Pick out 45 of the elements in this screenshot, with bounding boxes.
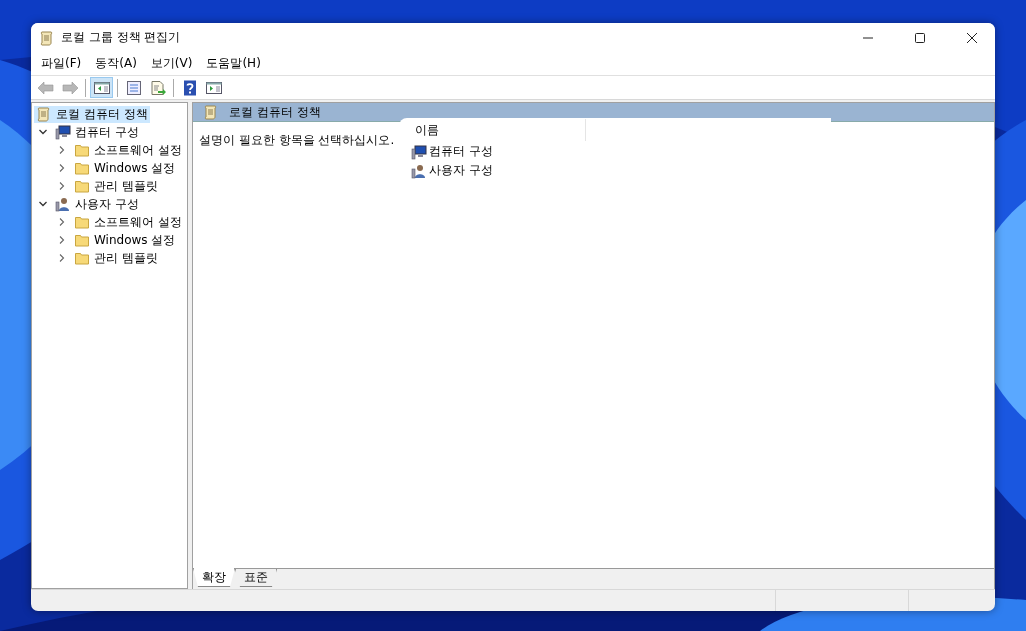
scroll-icon [203, 104, 219, 120]
user-icon [55, 196, 71, 212]
view-tab[interactable]: 확장 [193, 568, 235, 587]
folder-icon [74, 178, 90, 194]
user-icon [411, 162, 427, 179]
folder-icon [74, 250, 90, 266]
tree-item[interactable]: 소프트웨어 설정 [72, 141, 184, 159]
collapse-chevron-icon[interactable] [38, 199, 48, 209]
window-title: 로컬 그룹 정책 편집기 [61, 29, 181, 46]
folder-icon [74, 214, 90, 230]
folder-icon [74, 232, 90, 248]
tree-item[interactable]: 사용자 구성 [53, 195, 141, 213]
list-item[interactable]: 컴퓨터 구성 [411, 142, 497, 161]
tree-item[interactable]: 소프트웨어 설정 [72, 213, 184, 231]
expand-chevron-icon[interactable] [57, 253, 67, 263]
list-item[interactable]: 사용자 구성 [411, 161, 497, 180]
expand-chevron-icon[interactable] [57, 235, 67, 245]
expand-chevron-icon[interactable] [57, 163, 67, 173]
scroll-icon [36, 106, 52, 122]
description-text: 설명이 필요한 항목을 선택하십시오. [199, 133, 395, 147]
tree-item[interactable]: 컴퓨터 구성 [53, 123, 141, 141]
pane-toggle-button[interactable] [90, 77, 113, 98]
menu-item[interactable]: 파일(F) [34, 55, 89, 72]
tree-item[interactable]: 관리 템플릿 [72, 177, 160, 195]
tree-item[interactable]: 관리 템플릿 [72, 249, 160, 267]
view-tab[interactable]: 표준 [235, 569, 277, 587]
tree-item[interactable]: Windows 설정 [72, 159, 178, 177]
menu-item[interactable]: 보기(V) [143, 55, 200, 72]
expand-chevron-icon[interactable] [57, 217, 67, 227]
folder-icon [74, 142, 90, 158]
column-header[interactable]: 이름 [411, 119, 586, 141]
pane-title: 로컬 컴퓨터 정책 [229, 103, 321, 121]
computer-icon [55, 124, 71, 140]
close-icon [966, 31, 978, 44]
tree-item[interactable]: Windows 설정 [72, 231, 178, 249]
folder-icon [74, 160, 90, 176]
maximize-icon [914, 31, 926, 44]
expand-chevron-icon[interactable] [57, 145, 67, 155]
computer-icon [411, 143, 427, 160]
tree-item[interactable]: 로컬 컴퓨터 정책 [34, 105, 150, 123]
expand-chevron-icon[interactable] [57, 181, 67, 191]
menu-item[interactable]: 도움말(H) [199, 55, 268, 72]
menu-item[interactable]: 동작(A) [88, 55, 144, 72]
scroll-icon [39, 29, 55, 46]
collapse-chevron-icon[interactable] [38, 127, 48, 137]
